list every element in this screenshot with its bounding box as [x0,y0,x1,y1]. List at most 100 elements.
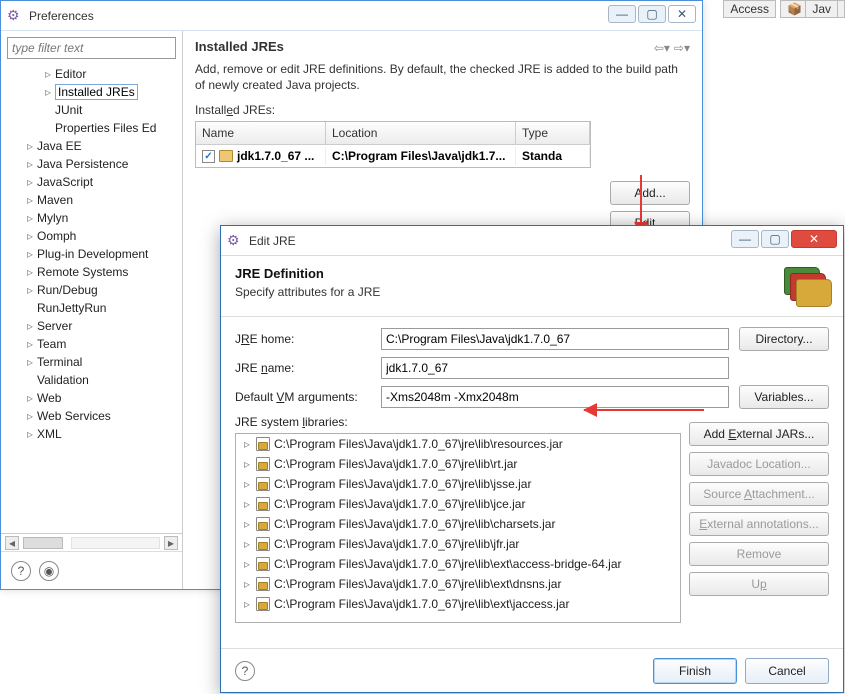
expand-arrow-icon[interactable]: ▹ [242,577,252,591]
scroll-track[interactable] [71,537,160,549]
minimize-button[interactable]: — [731,230,759,248]
remove-button[interactable]: Remove [689,542,829,566]
jre-home-input[interactable] [381,328,729,350]
syslib-path: C:\Program Files\Java\jdk1.7.0_67\jre\li… [274,477,531,491]
tree-item-validation[interactable]: Validation [3,371,182,389]
scroll-thumb[interactable] [23,537,63,549]
maximize-button[interactable]: ▢ [638,5,666,23]
jar-icon [256,537,270,551]
tree-item-terminal[interactable]: ▹Terminal [3,353,182,371]
syslib-item[interactable]: ▹ C:\Program Files\Java\jdk1.7.0_67\jre\l… [236,454,680,474]
edit-jre-titlebar[interactable]: Edit JRE — ▢ ✕ [221,226,843,256]
expand-arrow-icon[interactable]: ▹ [242,437,252,451]
syslib-path: C:\Program Files\Java\jdk1.7.0_67\jre\li… [274,517,555,531]
installed-jres-table[interactable]: Name Location Type ✓ jdk1.7.0_67 ... C:\… [195,121,591,168]
col-type[interactable]: Type [516,122,590,144]
tree-horizontal-scrollbar[interactable]: ◂ ▸ [1,533,182,551]
syslib-item[interactable]: ▹C:\Program Files\Java\jdk1.7.0_67\jre\l… [236,434,680,454]
jre-table-row[interactable]: ✓ jdk1.7.0_67 ... C:\Program Files\Java\… [196,145,590,167]
up-button[interactable]: Up [689,572,829,596]
cancel-button[interactable]: Cancel [745,658,829,684]
vm-args-input[interactable] [381,386,729,408]
preferences-titlebar[interactable]: Preferences — ▢ ✕ [1,1,702,31]
record-icon[interactable]: ◉ [39,561,59,581]
expand-arrow-icon[interactable]: ▹ [242,537,252,551]
installed-jres-label: Installed JREs: [195,103,690,117]
tree-item-remote-systems[interactable]: ▹Remote Systems [3,263,182,281]
tree-item-run-debug[interactable]: ▹Run/Debug [3,281,182,299]
page-title: Installed JREs [195,39,690,54]
jre-name-input[interactable] [381,357,729,379]
javadoc-location-button[interactable]: Javadoc Location... [689,452,829,476]
eclipse-gear-icon [227,233,243,249]
edit-jre-title: Edit JRE [249,234,296,248]
tree-item-mylyn[interactable]: ▹Mylyn [3,209,182,227]
tree-item-editor[interactable]: ▹Editor [3,65,182,83]
tree-filter-input[interactable]: type filter text [7,37,176,59]
preferences-tree[interactable]: ▹Editor ▹Installed JREs JUnit Properties… [1,65,182,533]
syslib-path: C:\Program Files\Java\jdk1.7.0_67\jre\li… [274,457,517,471]
forward-arrow-icon[interactable]: ⇨▾ [674,41,690,55]
tree-item-junit[interactable]: JUnit [3,101,182,119]
help-icon[interactable]: ? [11,561,31,581]
tree-item-server[interactable]: ▹Server [3,317,182,335]
system-libraries-tree[interactable]: ▹ C:\Program Files\Java\jdk1.7.0_67\jre\l… [235,433,681,623]
finish-button[interactable]: Finish [653,658,737,684]
jre-checkbox[interactable]: ✓ [202,150,215,163]
tree-item-xml[interactable]: ▹XML [3,425,182,443]
syslib-item[interactable]: ▹C:\Program Files\Java\jdk1.7.0_67\jre\l… [236,494,680,514]
banner-subtitle: Specify attributes for a JRE [235,285,781,299]
page-description: Add, remove or edit JRE definitions. By … [195,62,690,93]
tree-item-java-persistence[interactable]: ▹Java Persistence [3,155,182,173]
help-icon[interactable]: ? [235,661,255,681]
close-button[interactable]: ✕ [668,5,696,23]
tree-item-javascript[interactable]: ▹JavaScript [3,173,182,191]
external-annotations-button[interactable]: External annotations... [689,512,829,536]
syslib-item[interactable]: ▹C:\Program Files\Java\jdk1.7.0_67\jre\l… [236,594,680,614]
col-location[interactable]: Location [326,122,516,144]
syslib-item[interactable]: ▹ C:\Program Files\Java\jdk1.7.0_67\jre\l… [236,534,680,554]
variables-button[interactable]: Variables... [739,385,829,409]
tree-item-installed-jres[interactable]: ▹Installed JREs [3,83,182,101]
tree-item-web-services[interactable]: ▹Web Services [3,407,182,425]
add-external-jars-button[interactable]: Add External JARs... [689,422,829,446]
add-button[interactable]: Add... [610,181,690,205]
annotation-arrow-horizontal [584,409,704,411]
bg-jav-tab[interactable]: 📦 Jav [780,0,845,18]
tree-item-plugin-dev[interactable]: ▹Plug-in Development [3,245,182,263]
expand-arrow-icon[interactable]: ▹ [242,557,252,571]
syslib-item[interactable]: ▹ C:\Program Files\Java\jdk1.7.0_67\jre\l… [236,514,680,534]
tree-item-runjettyrun[interactable]: RunJettyRun [3,299,182,317]
close-button[interactable]: ✕ [791,230,837,248]
jar-icon [256,517,270,531]
source-attachment-button[interactable]: Source Attachment... [689,482,829,506]
eclipse-gear-icon [7,8,23,24]
banner-title: JRE Definition [235,266,781,281]
minimize-button[interactable]: — [608,5,636,23]
scroll-right-arrow-icon[interactable]: ▸ [164,536,178,550]
tree-item-web[interactable]: ▹Web [3,389,182,407]
expand-arrow-icon[interactable]: ▹ [242,457,252,471]
tree-item-oomph[interactable]: ▹Oomph [3,227,182,245]
back-arrow-icon[interactable]: ⇦▾ [654,41,670,55]
syslib-item[interactable]: ▹ C:\Program Files\Java\jdk1.7.0_67\jre\l… [236,474,680,494]
expand-arrow-icon[interactable]: ▹ [242,477,252,491]
col-name[interactable]: Name [196,122,326,144]
edit-jre-banner: JRE Definition Specify attributes for a … [221,256,843,317]
expand-arrow-icon[interactable]: ▹ [242,597,252,611]
maximize-button[interactable]: ▢ [761,230,789,248]
tree-item-java-ee[interactable]: ▹Java EE [3,137,182,155]
tree-item-maven[interactable]: ▹Maven [3,191,182,209]
syslib-item[interactable]: ▹C:\Program Files\Java\jdk1.7.0_67\jre\l… [236,554,680,574]
scroll-left-arrow-icon[interactable]: ◂ [5,536,19,550]
syslib-path: C:\Program Files\Java\jdk1.7.0_67\jre\li… [274,537,519,551]
bg-access[interactable]: Access [723,0,776,18]
page-nav-arrows[interactable]: ⇦▾ ⇨▾ [654,41,690,55]
syslib-item[interactable]: ▹C:\Program Files\Java\jdk1.7.0_67\jre\l… [236,574,680,594]
tree-item-properties[interactable]: Properties Files Ed [3,119,182,137]
expand-arrow-icon[interactable]: ▹ [242,497,252,511]
tree-item-team[interactable]: ▹Team [3,335,182,353]
directory-button[interactable]: Directory... [739,327,829,351]
jre-type: Standa [516,147,590,165]
expand-arrow-icon[interactable]: ▹ [242,517,252,531]
